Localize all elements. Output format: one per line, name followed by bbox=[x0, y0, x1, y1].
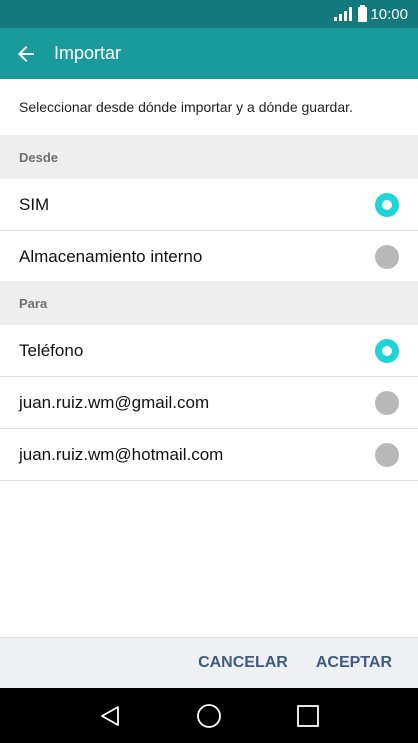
section-header-destination: Para bbox=[0, 281, 418, 325]
option-label: SIM bbox=[19, 194, 50, 214]
recents-nav-button[interactable] bbox=[283, 691, 333, 741]
page-title: Importar bbox=[54, 43, 122, 63]
status-time: 10:00 bbox=[370, 5, 408, 23]
cancel-button[interactable]: CANCELAR bbox=[184, 643, 302, 683]
option-label: juan.ruiz.wm@hotmail.com bbox=[19, 444, 224, 464]
battery-icon bbox=[358, 4, 368, 22]
option-destination-phone[interactable]: Teléfono bbox=[0, 325, 418, 377]
option-label: Almacenamiento interno bbox=[19, 247, 203, 266]
back-button[interactable] bbox=[0, 28, 52, 79]
radio-unselected[interactable] bbox=[375, 390, 399, 415]
instruction-text: Seleccionar desde dónde importar y a dón… bbox=[19, 99, 353, 115]
home-nav-button[interactable] bbox=[184, 691, 234, 741]
circle-home-icon bbox=[197, 703, 221, 728]
radio-unselected[interactable] bbox=[375, 442, 399, 467]
option-destination-gmail[interactable]: juan.ruiz.wm@gmail.com bbox=[0, 377, 418, 429]
option-label: Teléfono bbox=[19, 340, 84, 360]
dialog-button-bar: CANCELAR ACEPTAR bbox=[0, 637, 418, 688]
signal-icon bbox=[334, 7, 353, 21]
back-arrow-icon bbox=[18, 45, 34, 62]
back-nav-button[interactable] bbox=[85, 691, 135, 741]
option-label: juan.ruiz.wm@gmail.com bbox=[19, 392, 210, 412]
radio-unselected[interactable] bbox=[375, 245, 399, 269]
triangle-back-icon bbox=[100, 705, 119, 726]
status-bar: 10:00 bbox=[0, 0, 418, 28]
navigation-bar bbox=[0, 688, 418, 743]
radio-selected[interactable] bbox=[375, 192, 399, 217]
option-destination-hotmail[interactable]: juan.ruiz.wm@hotmail.com bbox=[0, 429, 418, 481]
option-source-internal[interactable]: Almacenamiento interno bbox=[0, 231, 418, 283]
radio-selected[interactable] bbox=[375, 338, 399, 363]
app-bar: Importar bbox=[0, 28, 418, 79]
square-recents-icon bbox=[297, 704, 320, 727]
accept-button[interactable]: ACEPTAR bbox=[302, 643, 406, 683]
option-source-sim[interactable]: SIM bbox=[0, 179, 418, 231]
section-header-source: Desde bbox=[0, 135, 418, 179]
